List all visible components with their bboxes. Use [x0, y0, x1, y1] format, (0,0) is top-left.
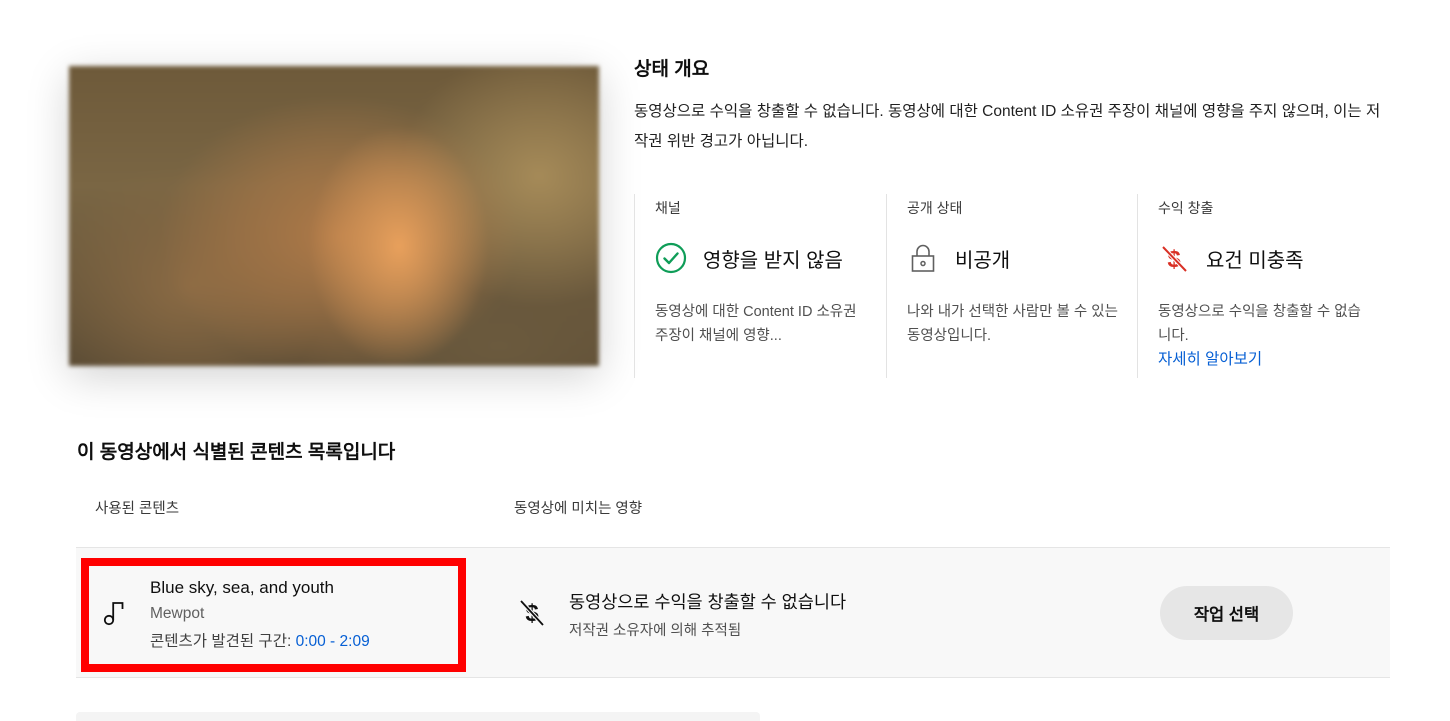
channel-description: 동영상에 대한 Content ID 소유권 주장이 채널에 영향...: [655, 304, 857, 344]
visibility-column: 공개 상태 비공개 나와 내가 선택한 사람만 볼 수 있는 동영상입니다.: [886, 194, 1137, 378]
status-overview-description: 동영상으로 수익을 창출할 수 없습니다. 동영상에 대한 Content ID…: [634, 103, 1381, 150]
highlight-box: [81, 558, 466, 672]
header-used-content: 사용된 콘텐츠: [95, 501, 180, 517]
learn-more-link[interactable]: 자세히 알아보기: [1158, 348, 1373, 372]
header-effect: 동영상에 미치는 영향: [514, 501, 643, 517]
monetization-description-wrap: 동영상으로 수익을 창출할 수 없습니다. 자세히 알아보기: [1158, 300, 1373, 372]
no-dollar-icon: $: [518, 596, 546, 628]
visibility-value: 비공개: [955, 249, 1011, 272]
monetization-column: 수익 창출 $ 요건 미충족 동영상으로 수익을 창출할 수 없습니다. 자세히…: [1137, 194, 1407, 378]
video-thumbnail: [69, 66, 599, 366]
identified-content-title: 이 동영상에서 식별된 콘텐츠 목록입니다: [77, 442, 396, 463]
monetization-description: 동영상으로 수익을 창출할 수 없습니다.: [1158, 304, 1361, 344]
channel-value: 영향을 받지 않음: [703, 249, 843, 272]
select-action-button[interactable]: 작업 선택: [1160, 586, 1293, 640]
effect-title: 동영상으로 수익을 창출할 수 없습니다: [569, 592, 847, 612]
visibility-description: 나와 내가 선택한 사람만 볼 수 있는 동영상입니다.: [907, 304, 1118, 344]
channel-label: 채널: [655, 200, 681, 216]
monetization-value: 요건 미충족: [1206, 249, 1304, 272]
check-circle-icon: [655, 242, 687, 274]
no-dollar-icon: $: [1158, 242, 1190, 274]
effect-subtitle: 저작권 소유자에 의해 추적됨: [569, 623, 742, 639]
next-row-edge: [76, 712, 760, 721]
monetization-label: 수익 창출: [1158, 200, 1214, 216]
visibility-label: 공개 상태: [907, 200, 963, 216]
status-overview-title: 상태 개요: [634, 59, 710, 80]
lock-icon: [907, 242, 939, 274]
channel-column: 채널 영향을 받지 않음 동영상에 대한 Content ID 소유권 주장이 …: [634, 194, 886, 378]
